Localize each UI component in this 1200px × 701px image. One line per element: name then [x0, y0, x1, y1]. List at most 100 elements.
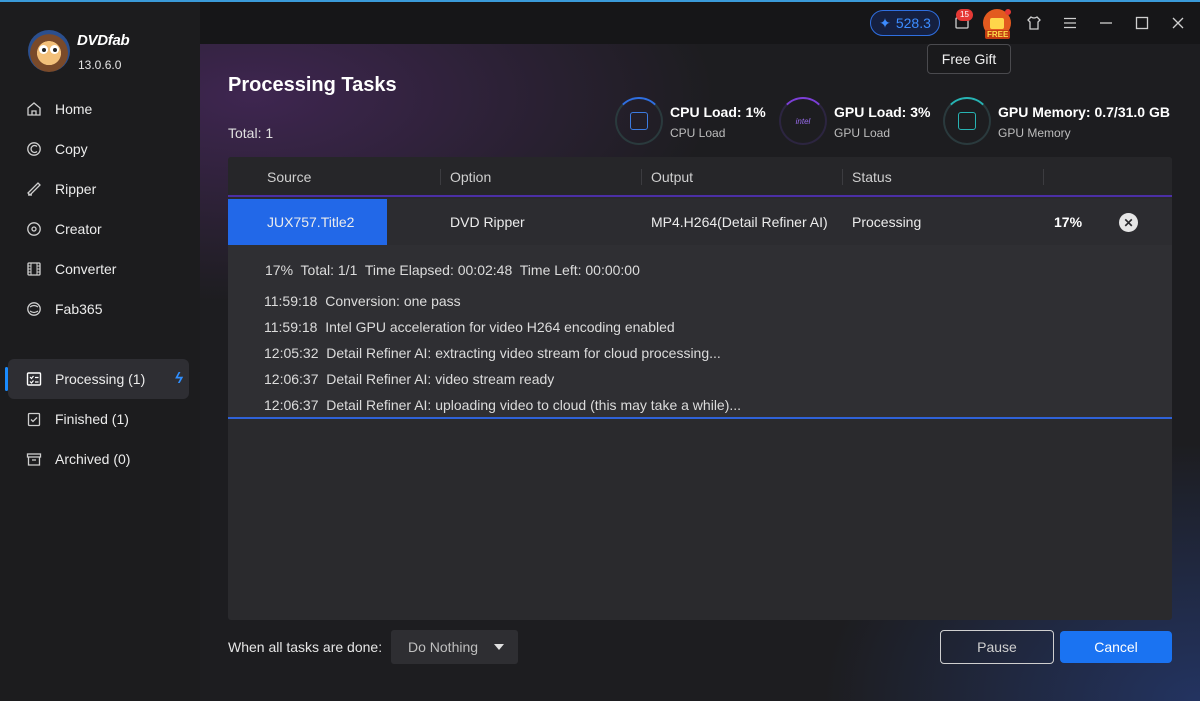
column-header-status[interactable]: Status — [852, 169, 892, 185]
sidebar-item-label: Fab365 — [55, 301, 103, 317]
sidebar-item-label: Copy — [55, 141, 88, 157]
close-window-button[interactable] — [1167, 12, 1189, 34]
gift-icon — [990, 17, 1004, 29]
sidebar-item-label: Finished (1) — [55, 411, 129, 427]
sidebar-item-creator[interactable]: Creator — [0, 209, 200, 249]
sidebar-item-label: Archived (0) — [55, 451, 131, 467]
minimize-icon — [1100, 22, 1112, 24]
cpu-load-title: CPU Load: 1% — [670, 104, 766, 120]
creator-icon — [26, 221, 42, 237]
free-gift-button[interactable]: FREE — [983, 9, 1011, 39]
hamburger-icon — [1064, 17, 1076, 29]
page-title: Processing Tasks — [228, 74, 397, 96]
progress-percent: 17% — [1054, 214, 1083, 230]
sparkle-icon: ✦ — [879, 14, 891, 31]
when-done-select[interactable]: Do Nothing — [391, 630, 518, 664]
finished-icon — [26, 411, 42, 427]
maximize-icon — [1135, 16, 1149, 30]
app-window: DVDfab 13.0.6.0 Home Copy Ripper Creator… — [0, 0, 1200, 701]
remove-task-button[interactable]: ✕ — [1119, 213, 1138, 232]
when-done-value: Do Nothing — [408, 639, 479, 655]
minimize-button[interactable] — [1095, 12, 1117, 34]
column-divider — [1043, 169, 1044, 185]
intel-label: intel — [795, 116, 811, 126]
column-divider — [842, 169, 843, 185]
logo-eye-icon — [50, 45, 59, 54]
processing-icon — [26, 371, 42, 387]
converter-icon — [26, 261, 42, 277]
sidebar-item-label: Converter — [55, 261, 117, 277]
column-divider — [641, 169, 642, 185]
sidebar-item-copy[interactable]: Copy — [0, 129, 200, 169]
log-line: 12:05:32 Detail Refiner AI: extracting v… — [264, 345, 721, 361]
dvdfab-logo — [28, 30, 70, 72]
cpu-chip-icon — [615, 97, 663, 145]
task-total: Total: 1 — [228, 125, 274, 141]
copy-icon — [26, 141, 42, 157]
lightning-icon: ϟ — [175, 370, 183, 387]
logo-eye-icon — [39, 45, 48, 54]
sidebar-item-archived[interactable]: Archived (0) — [0, 439, 200, 479]
sidebar-item-label: Ripper — [55, 181, 97, 197]
chip-shape — [630, 112, 648, 130]
intel-chip-icon: intel — [779, 97, 827, 145]
memory-icon — [943, 97, 991, 145]
table-header: Source Option Output Status — [228, 157, 1172, 197]
fab365-icon — [26, 301, 42, 317]
pause-button[interactable]: Pause — [940, 630, 1054, 664]
status-value: Processing — [852, 214, 922, 230]
when-done-label: When all tasks are done: — [228, 639, 383, 655]
credits-value: 528.3 — [895, 15, 931, 31]
close-icon: ✕ — [1123, 215, 1134, 230]
sidebar-item-home[interactable]: Home — [0, 89, 200, 129]
shirt-icon — [1027, 16, 1041, 30]
sidebar: DVDfab 13.0.6.0 Home Copy Ripper Creator… — [0, 2, 200, 701]
column-divider — [440, 169, 441, 185]
sidebar-item-fab365[interactable]: Fab365 — [0, 289, 200, 329]
task-details: 17% Total: 1/1 Time Elapsed: 00:02:48 Ti… — [228, 245, 1172, 419]
log-line: 12:06:37 Detail Refiner AI: video stream… — [264, 371, 555, 387]
archived-icon — [26, 451, 42, 467]
sidebar-item-processing[interactable]: Processing (1) ϟ — [5, 359, 189, 399]
log-line: 12:06:37 Detail Refiner AI: uploading vi… — [264, 397, 742, 413]
cancel-button[interactable]: Cancel — [1060, 631, 1172, 663]
notification-badge: 15 — [956, 9, 973, 21]
column-header-source[interactable]: Source — [267, 169, 311, 185]
credits-button[interactable]: ✦ 528.3 — [870, 10, 940, 36]
gpu-memory-label: GPU Memory — [998, 126, 1071, 140]
skin-button[interactable] — [1023, 12, 1045, 34]
memory-shape — [958, 112, 976, 130]
menu-button[interactable] — [1059, 12, 1081, 34]
sidebar-item-ripper[interactable]: Ripper — [0, 169, 200, 209]
option-value: DVD Ripper — [450, 214, 525, 230]
free-label: FREE — [985, 30, 1011, 39]
main-panel: ✦ 528.3 15 FREE Free Gift Processing Tas… — [200, 2, 1200, 701]
home-icon — [26, 101, 42, 117]
gift-alert-dot — [1005, 9, 1011, 15]
chevron-down-icon — [494, 644, 504, 650]
gpu-memory-title: GPU Memory: 0.7/31.0 GB — [998, 104, 1170, 120]
sidebar-item-label: Processing (1) — [55, 371, 146, 387]
sidebar-item-label: Home — [55, 101, 93, 117]
maximize-button[interactable] — [1131, 12, 1153, 34]
column-header-option[interactable]: Option — [450, 169, 491, 185]
free-gift-tooltip: Free Gift — [927, 44, 1011, 74]
column-header-output[interactable]: Output — [651, 169, 693, 185]
source-value: JUX757.Title2 — [267, 214, 355, 230]
ripper-icon — [26, 181, 42, 197]
title-bar: ✦ 528.3 15 FREE — [200, 2, 1200, 44]
sidebar-item-label: Creator — [55, 221, 102, 237]
gpu-load-label: GPU Load — [834, 126, 891, 140]
cpu-load-label: CPU Load — [670, 126, 726, 140]
table-row[interactable]: JUX757.Title2 DVD Ripper MP4.H264(Detail… — [228, 199, 1172, 245]
app-version: 13.0.6.0 — [78, 58, 122, 72]
log-line: 11:59:18 Intel GPU acceleration for vide… — [264, 319, 675, 335]
sidebar-item-finished[interactable]: Finished (1) — [0, 399, 200, 439]
gpu-load-title: GPU Load: 3% — [834, 104, 931, 120]
sidebar-item-converter[interactable]: Converter — [0, 249, 200, 289]
progress-summary: 17% Total: 1/1 Time Elapsed: 00:02:48 Ti… — [265, 262, 640, 278]
log-line: 11:59:18 Conversion: one pass — [264, 293, 461, 309]
output-value: MP4.H264(Detail Refiner AI) — [651, 214, 828, 230]
task-table: Source Option Output Status JUX757.Title… — [228, 157, 1172, 620]
close-icon — [1172, 17, 1184, 29]
